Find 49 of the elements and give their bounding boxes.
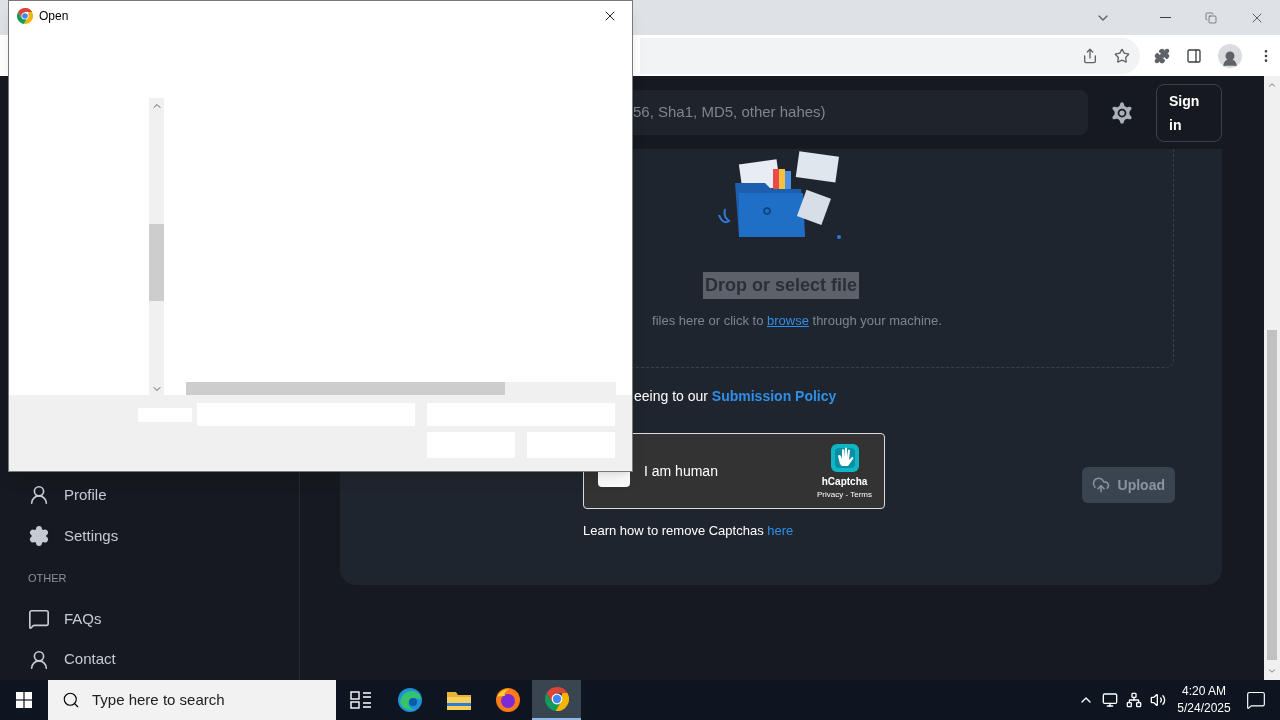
side-panel-icon [1186,47,1202,64]
extensions-icon [1154,47,1170,64]
notifications-icon [1246,690,1266,710]
firefox-icon [494,687,521,713]
sidebar-link[interactable]: Profile [0,475,299,516]
scroll-down-icon [1267,666,1277,676]
taskbar-app[interactable] [532,680,581,720]
sidebar-link[interactable]: FAQs [0,598,299,640]
horizontal-scrollbar[interactable] [186,382,616,396]
search-icon [62,691,80,709]
profile-avatar-icon [1218,43,1242,68]
policy-link[interactable]: Submission Policy [711,388,837,404]
network-icon [1126,692,1142,708]
policy-text: eeing to our Submission Policy [634,387,838,406]
restore-icon [1205,11,1217,24]
volume-icon [1150,692,1166,708]
cloud-upload-icon [1091,476,1110,494]
bookmark-star-icon [1114,47,1130,64]
scroll-up-icon [1267,80,1277,90]
clock-time[interactable]: 4:20 AM [1182,683,1226,700]
chat-icon [28,608,50,631]
page-scrollbar[interactable] [1264,76,1280,680]
sidebar-link[interactable]: Contact [0,639,299,680]
gear-icon [28,524,50,547]
share-icon [1082,47,1098,64]
clock-date[interactable]: 5/24/2025 [1177,700,1231,717]
captcha-brand: hCaptcha [821,474,868,489]
minimize-icon [1159,17,1171,18]
chrome-icon [544,687,569,711]
captcha-help-text: Learn how to remove Captchas here [583,522,795,540]
device-icon [1102,692,1118,708]
folder-icon [445,689,472,711]
task-view-icon [349,691,372,709]
windows-logo-icon [16,692,32,708]
captcha-terms[interactable]: Privacy - Terms [817,488,872,501]
chrome-icon [17,8,33,24]
sign-in-button[interactable]: Sign in [1156,83,1222,142]
help-link[interactable]: here [767,523,794,538]
address-bar[interactable] [640,37,1140,74]
sidebar-link[interactable]: Settings [0,515,299,557]
captcha-label: I am human [644,461,718,481]
edge-icon [396,687,423,713]
browse-link[interactable]: browse [767,313,809,328]
vertical-scrollbar[interactable] [149,98,164,397]
dialog-title: Open [39,8,69,25]
drop-hint: files here or click to browse through your machine. [652,312,942,330]
section-heading: OTHER [27,571,68,587]
taskbar-search-field[interactable]: Type here to search [48,680,336,720]
hcaptcha-logo-icon [828,441,861,474]
